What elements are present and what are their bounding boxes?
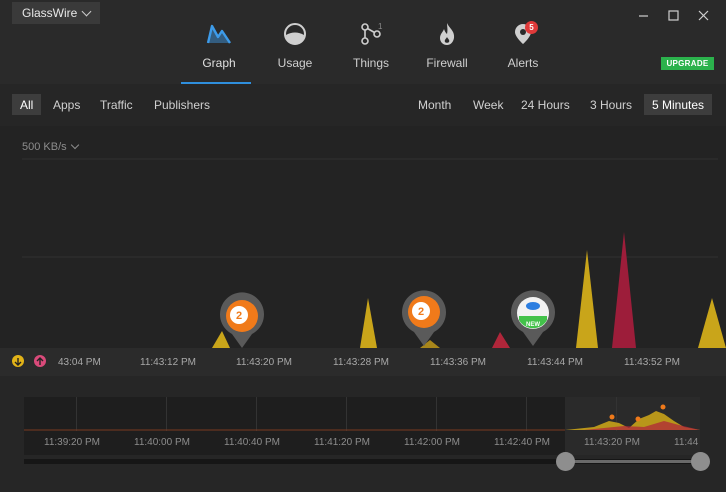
minimize-button[interactable] [628,6,658,24]
app-event-marker[interactable]: 2 [220,292,264,348]
axis-tick: 11:43:12 PM [140,357,196,368]
marker-new-label: NEW [526,322,540,328]
title-bar: GlassWire Graph Usage 1 Things Firewall … [0,0,726,84]
window-controls [628,6,718,24]
tab-graph[interactable]: Graph [181,18,257,84]
filter-traffic[interactable]: Traffic [92,94,141,115]
tab-graph-label: Graph [202,56,236,70]
tab-firewall-label: Firewall [426,56,468,70]
things-count: 1 [378,22,383,31]
timeline-tick: 11:44 [674,437,699,448]
range-3-hours[interactable]: 3 Hours [582,94,640,115]
download-spike [576,250,598,348]
chevron-down-icon [81,6,92,16]
range-week[interactable]: Week [465,94,511,115]
upload-spike [492,332,510,348]
upload-legend-icon[interactable] [34,355,46,367]
timeline-event-dot [635,416,641,422]
main-nav: Graph Usage 1 Things Firewall 5 Alerts [181,18,561,84]
cloud-icon [526,302,540,310]
new-app-marker[interactable]: NEW [510,290,555,346]
timeline-event-dot [609,414,615,420]
timeline-tick: 11:40:40 PM [224,437,280,448]
timeline-activity [24,404,700,431]
time-axis: 43:04 PM 11:43:12 PM 11:43:20 PM 11:43:2… [0,348,726,376]
firewall-icon [440,23,455,45]
timeline-tick: 11:43:20 PM [584,437,640,448]
timeline-tick: 11:42:40 PM [494,437,550,448]
filter-all[interactable]: All [12,94,42,115]
timeline-overview[interactable]: 11:39:20 PM 11:40:00 PM 11:40:40 PM 11:4… [24,397,700,455]
timeline-tick: 11:42:00 PM [404,437,460,448]
traffic-graph: 500 KB/s 2 2 NEW [0,126,726,376]
axis-tick: 11:43:20 PM [236,357,292,368]
minimize-icon [638,14,648,17]
timeline-event-dot [660,404,666,410]
timeline-slider-range[interactable] [565,460,700,463]
upgrade-button[interactable]: UPGRADE [661,57,714,70]
axis-tick: 11:43:52 PM [624,357,680,368]
usage-icon [284,23,306,45]
marker-count: 2 [236,310,242,322]
range-month[interactable]: Month [410,94,459,115]
axis-tick: 11:43:36 PM [430,357,486,368]
graph-icon [206,24,231,44]
maximize-button[interactable] [658,6,688,24]
timeline-start-handle[interactable] [556,452,575,471]
timeline-tick: 11:39:20 PM [44,437,100,448]
range-24-hours[interactable]: 24 Hours [513,94,578,115]
axis-tick: 11:43:28 PM [333,357,389,368]
graph-plot: 2 2 NEW [22,158,726,348]
timeline-end-handle[interactable] [691,452,710,471]
tab-firewall[interactable]: Firewall [409,18,485,84]
maximize-icon [667,9,679,21]
filter-publishers[interactable]: Publishers [146,94,218,115]
download-legend-icon[interactable] [12,355,24,367]
timeline-tick: 11:41:20 PM [314,437,370,448]
app-title: GlassWire [22,6,78,20]
app-menu-button[interactable]: GlassWire [12,2,101,24]
download-spike [698,298,726,348]
axis-tick: 11:43:44 PM [527,357,583,368]
axis-tick: 43:04 PM [58,357,101,368]
marker-count: 2 [418,306,424,318]
range-5-minutes[interactable]: 5 Minutes [644,94,713,115]
tab-alerts-label: Alerts [507,56,539,70]
download-spike [212,331,230,348]
close-icon [698,10,708,20]
tab-usage-label: Usage [277,56,313,70]
timeline-tick: 11:40:00 PM [134,437,190,448]
download-spike [360,298,377,348]
filter-bar: All Apps Traffic Publishers Month Week 2… [0,84,726,126]
tab-alerts[interactable]: 5 Alerts [485,18,561,84]
upload-spike [612,232,636,348]
tab-things[interactable]: 1 Things [333,18,409,84]
app-event-marker[interactable]: 2 [402,290,447,346]
alerts-badge: 5 [525,21,538,34]
tab-things-label: Things [352,56,390,70]
filter-apps[interactable]: Apps [45,94,88,115]
tab-usage[interactable]: Usage [257,18,333,84]
close-button[interactable] [688,6,718,24]
